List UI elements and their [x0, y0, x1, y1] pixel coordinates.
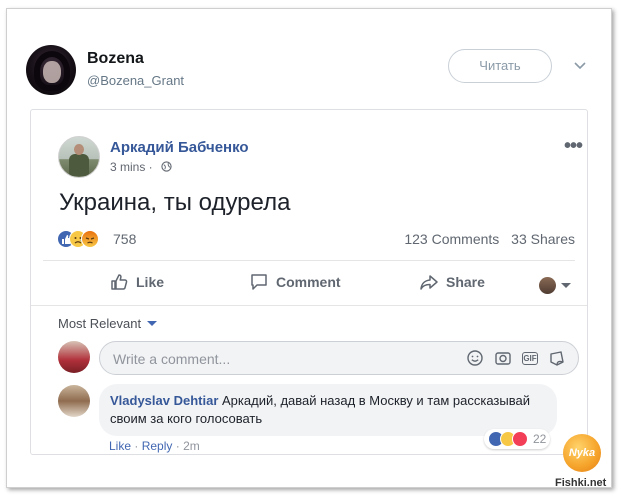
- share-button[interactable]: Share: [419, 267, 485, 297]
- embedded-facebook-post: Аркадий Бабченко 3 mins · ••• Украина, т…: [30, 109, 588, 455]
- watermark-site: Fishki.net: [555, 477, 607, 489]
- audience-selector[interactable]: [539, 270, 571, 300]
- commenter-avatar[interactable]: [58, 385, 90, 417]
- current-user-avatar: [58, 341, 90, 373]
- comment-reactions-count: 22: [533, 432, 547, 446]
- camera-icon[interactable]: [494, 349, 512, 367]
- like-label: Like: [136, 274, 165, 290]
- comment-bubble-icon: [251, 274, 267, 290]
- divider: [43, 260, 575, 261]
- sticker-icon[interactable]: [548, 349, 566, 367]
- comment-sort-label: Most Relevant: [58, 316, 142, 331]
- comment-sort-dropdown[interactable]: Most Relevant: [58, 316, 158, 331]
- share-label: Share: [446, 274, 485, 290]
- user-handle[interactable]: @Bozena_Grant: [87, 73, 184, 88]
- emoji-icon[interactable]: [466, 349, 484, 367]
- reactions-count: 758: [113, 231, 137, 247]
- comment-actions: Like · Reply · 2m: [109, 439, 200, 453]
- comment-reply-link[interactable]: Reply: [142, 439, 173, 453]
- follow-button[interactable]: Читать: [448, 49, 552, 83]
- angry-reaction-icon: [81, 230, 99, 248]
- tweet-header: Bozena @Bozena_Grant Читать: [7, 9, 611, 104]
- share-arrow-icon: [420, 275, 438, 290]
- chevron-down-icon[interactable]: [573, 61, 587, 71]
- comments-count[interactable]: 123 Comments: [404, 231, 499, 247]
- shares-count[interactable]: 33 Shares: [511, 231, 575, 247]
- post-author-name[interactable]: Аркадий Бабченко: [110, 139, 249, 156]
- post-timestamp[interactable]: 3 mins ·: [110, 160, 153, 174]
- post-text: Украина, ты одурела: [59, 189, 291, 216]
- comment-button[interactable]: Comment: [249, 267, 341, 297]
- globe-icon: [161, 161, 172, 172]
- caret-down-icon: [147, 321, 158, 326]
- comment-input-tools: GIF: [466, 349, 566, 367]
- user-display-name[interactable]: Bozena: [87, 50, 144, 68]
- caret-down-icon: [561, 282, 571, 288]
- more-options-icon[interactable]: •••: [564, 136, 583, 156]
- post-stats: 123 Comments 33 Shares: [396, 231, 575, 247]
- post-author-avatar[interactable]: [58, 136, 100, 178]
- comment-reactions[interactable]: 22: [484, 429, 551, 449]
- commenter-name[interactable]: Vladyslav Dehtiar: [110, 393, 218, 408]
- love-reaction-icon: [512, 431, 528, 447]
- comment-placeholder: Write a comment...: [113, 351, 231, 367]
- comment-timestamp: 2m: [183, 439, 200, 453]
- post-body: Аркадий Бабченко 3 mins · ••• Украина, т…: [31, 110, 587, 306]
- watermark-logo: Nyka: [563, 434, 601, 472]
- comment-label: Comment: [276, 274, 341, 290]
- thumbs-up-icon: [111, 274, 128, 290]
- user-avatar[interactable]: [26, 45, 76, 95]
- screenshot-frame: Bozena @Bozena_Grant Читать Аркадий Бабч…: [6, 8, 612, 488]
- comment-like-link[interactable]: Like: [109, 439, 131, 453]
- viewer-avatar: [539, 276, 556, 294]
- gif-icon[interactable]: GIF: [522, 352, 538, 365]
- comment-input[interactable]: Write a comment... GIF: [99, 341, 579, 375]
- like-button[interactable]: Like: [109, 267, 164, 297]
- comment-bubble: Vladyslav Dehtiar Аркадий, давай назад в…: [99, 384, 557, 436]
